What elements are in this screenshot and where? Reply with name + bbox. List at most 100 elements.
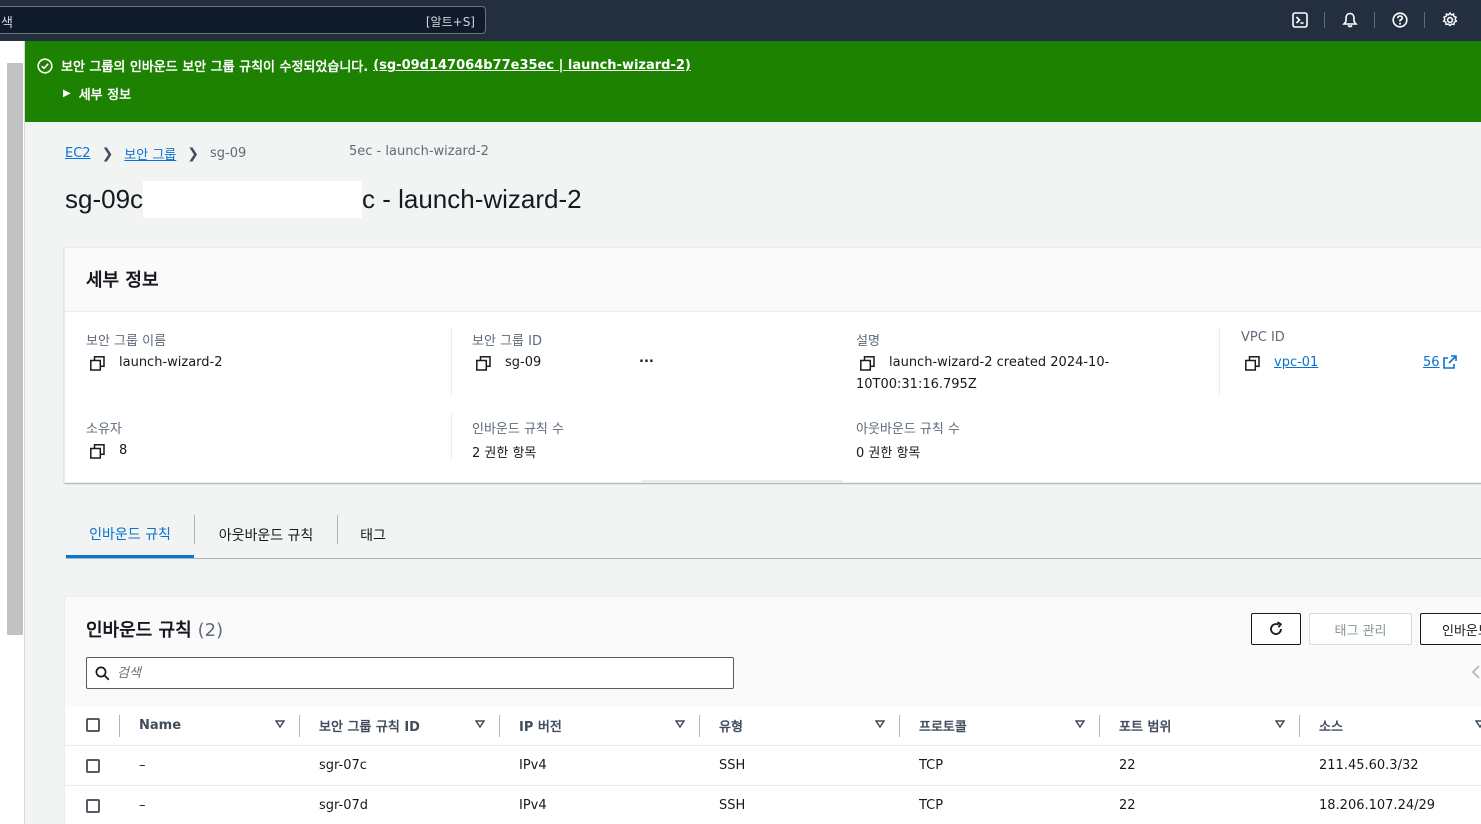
cell-rule-id: sgr-07c bbox=[319, 758, 367, 773]
sg-id-value: sg-09 bbox=[476, 355, 541, 371]
flash-security-group-link[interactable]: (sg-09d147064b77e35ec | launch-wizard-2) bbox=[373, 58, 691, 73]
sort-caret-icon bbox=[875, 720, 885, 728]
breadcrumb: EC2 ❯ 보안 그룹 ❯ sg-09 5ec - launch-wizard-… bbox=[65, 144, 489, 163]
refresh-button[interactable] bbox=[1251, 613, 1301, 645]
page-title-suffix: c - launch-wizard-2 bbox=[362, 184, 582, 214]
copy-icon[interactable] bbox=[1245, 356, 1260, 371]
column-divider bbox=[1219, 328, 1220, 396]
cloudshell-icon[interactable] bbox=[1290, 10, 1310, 30]
description-label: 설명 bbox=[856, 334, 880, 349]
caret-right-icon: ▶ bbox=[63, 88, 71, 99]
inbound-rules-count: (2) bbox=[197, 620, 224, 641]
owner-value: 8 bbox=[90, 443, 127, 459]
breadcrumb-ec2[interactable]: EC2 bbox=[65, 146, 91, 161]
external-link-icon[interactable] bbox=[1442, 355, 1457, 369]
cell-protocol: TCP bbox=[919, 798, 944, 813]
flash-details-toggle[interactable]: ▶ 세부 정보 bbox=[63, 84, 131, 103]
tab-outbound-rules[interactable]: 아웃바운드 규칙 bbox=[195, 512, 337, 558]
cell-name: – bbox=[139, 758, 146, 773]
table-row[interactable]: – sgr-07c IPv4 SSH TCP 22 211.45.60.3/32 bbox=[65, 745, 1481, 785]
copy-icon[interactable] bbox=[90, 356, 105, 371]
column-header-type[interactable]: 유형 bbox=[719, 705, 899, 745]
flash-message-row: 보안 그룹의 인바운드 보안 그룹 규칙이 수정되었습니다. (sg-09d14… bbox=[37, 56, 691, 75]
vpc-id-link[interactable]: vpc-01 bbox=[1274, 355, 1318, 370]
cell-type: SSH bbox=[719, 758, 746, 773]
success-flash-banner: 보안 그룹의 인바운드 보안 그룹 규칙이 수정되었습니다. (sg-09d14… bbox=[25, 41, 1481, 122]
column-divider bbox=[451, 328, 452, 396]
inbound-rules-table-container: 인바운드 규칙(2) 태그 관리 인바운드 Name 보안 그룹 규칙 ID I… bbox=[64, 596, 1481, 824]
cell-port-range: 22 bbox=[1119, 798, 1136, 813]
column-divider bbox=[451, 414, 452, 460]
sg-id-label: 보안 그룹 ID bbox=[472, 334, 542, 349]
column-header-source[interactable]: 소스 bbox=[1319, 705, 1481, 745]
chevron-left-icon[interactable] bbox=[1469, 665, 1481, 679]
column-header-label: 보안 그룹 규칙 ID bbox=[319, 719, 420, 735]
cell-source: 211.45.60.3/32 bbox=[1319, 758, 1419, 773]
column-divider bbox=[699, 715, 700, 737]
column-header-label: 유형 bbox=[719, 719, 743, 735]
copy-icon[interactable] bbox=[860, 356, 875, 371]
column-header-label: 포트 범위 bbox=[1119, 719, 1172, 735]
column-header-port-range[interactable]: 포트 범위 bbox=[1119, 705, 1299, 745]
column-divider bbox=[119, 715, 120, 737]
manage-tags-button[interactable]: 태그 관리 bbox=[1309, 613, 1412, 645]
cell-rule-id: sgr-07d bbox=[319, 798, 369, 813]
column-header-rule-id[interactable]: 보안 그룹 규칙 ID bbox=[319, 705, 499, 745]
vpc-id-link-tail[interactable]: 56 bbox=[1423, 355, 1440, 370]
cell-port-range: 22 bbox=[1119, 758, 1136, 773]
settings-icon[interactable] bbox=[1440, 10, 1460, 30]
cell-ip-version: IPv4 bbox=[519, 798, 547, 813]
column-header-label: 소스 bbox=[1319, 719, 1343, 735]
sg-name-label: 보안 그룹 이름 bbox=[86, 334, 167, 349]
table-row[interactable]: – sgr-07d IPv4 SSH TCP 22 18.206.107.24/… bbox=[65, 785, 1481, 824]
sort-caret-icon bbox=[675, 720, 685, 728]
nav-divider bbox=[1324, 12, 1325, 28]
column-header-ip-version[interactable]: IP 버전 bbox=[519, 705, 699, 745]
copy-icon[interactable] bbox=[476, 356, 491, 371]
top-navigation: 색 [알트+S] bbox=[0, 0, 1481, 41]
flash-message: 보안 그룹의 인바운드 보안 그룹 규칙이 수정되었습니다. bbox=[61, 60, 369, 75]
global-search-placeholder: 색 bbox=[1, 16, 13, 31]
chevron-right-icon: ❯ bbox=[187, 145, 200, 162]
column-header-protocol[interactable]: 프로토콜 bbox=[919, 705, 1099, 745]
column-divider bbox=[499, 715, 500, 737]
row-checkbox[interactable] bbox=[86, 759, 100, 773]
owner-text: 8 bbox=[119, 443, 128, 458]
breadcrumb-current-part1: sg-09 bbox=[210, 146, 247, 161]
global-search-box[interactable]: 색 [알트+S] bbox=[0, 6, 486, 34]
nav-divider bbox=[1374, 12, 1375, 28]
scrollbar-thumb[interactable] bbox=[7, 63, 23, 635]
column-divider bbox=[899, 715, 900, 737]
success-check-icon bbox=[37, 57, 53, 74]
tab-tags[interactable]: 태그 bbox=[338, 512, 408, 558]
search-input[interactable] bbox=[117, 662, 717, 684]
nav-divider bbox=[1424, 12, 1425, 28]
sort-caret-icon bbox=[275, 720, 285, 728]
help-icon[interactable] bbox=[1390, 10, 1410, 30]
edit-inbound-rules-button[interactable]: 인바운드 bbox=[1420, 613, 1481, 645]
cell-source: 18.206.107.24/29 bbox=[1319, 798, 1436, 813]
resize-handle[interactable] bbox=[641, 480, 843, 483]
breadcrumb-current-part2: 5ec - launch-wizard-2 bbox=[349, 144, 489, 159]
row-checkbox[interactable] bbox=[86, 799, 100, 813]
search-icon bbox=[95, 666, 110, 681]
details-container: 세부 정보 보안 그룹 이름 launch-wizard-2 보안 그룹 ID … bbox=[64, 247, 1481, 483]
table-search-filter[interactable] bbox=[86, 657, 734, 689]
column-header-label: 프로토콜 bbox=[919, 719, 967, 735]
details-header: 세부 정보 bbox=[65, 248, 1481, 312]
cell-name: – bbox=[139, 798, 146, 813]
flash-details-label: 세부 정보 bbox=[78, 88, 132, 103]
tab-inbound-rules[interactable]: 인바운드 규칙 bbox=[66, 512, 194, 558]
sort-caret-icon bbox=[1075, 720, 1085, 728]
column-header-name[interactable]: Name bbox=[139, 705, 299, 745]
redaction-block bbox=[143, 181, 362, 218]
breadcrumb-security-groups[interactable]: 보안 그룹 bbox=[124, 144, 176, 163]
bell-icon[interactable] bbox=[1340, 10, 1360, 30]
sort-caret-icon bbox=[1275, 720, 1285, 728]
page-title: sg-09c bbox=[65, 184, 143, 215]
left-scroll-gutter bbox=[0, 41, 25, 824]
vpc-id-value: vpc-01 bbox=[1245, 355, 1318, 371]
inbound-rules-title: 인바운드 규칙 (2) bbox=[86, 616, 223, 642]
select-all-checkbox[interactable] bbox=[86, 718, 100, 732]
copy-icon[interactable] bbox=[90, 444, 105, 459]
